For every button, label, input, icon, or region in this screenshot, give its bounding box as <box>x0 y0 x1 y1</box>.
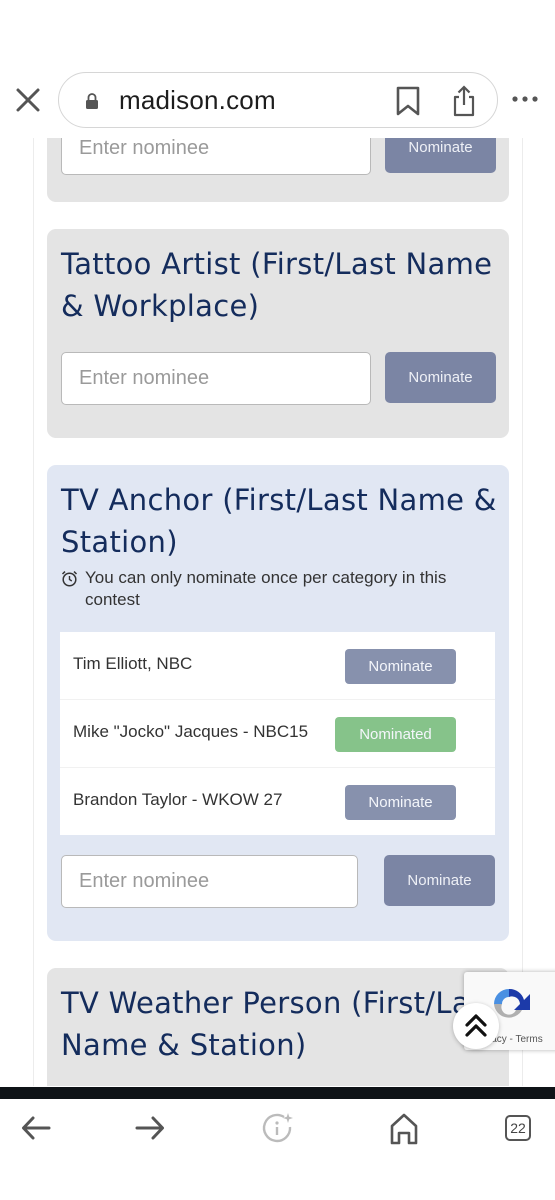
category-title: TV Weather Person (First/Last Name & Sta… <box>61 986 497 1062</box>
category-card-partial: Nominate <box>47 138 509 202</box>
bookmark-icon[interactable] <box>395 86 421 116</box>
nominee-name: Mike "Jocko" Jacques - NBC15 <box>73 722 309 741</box>
tabs-icon[interactable]: 22 <box>505 1115 531 1141</box>
home-icon[interactable] <box>387 1111 421 1145</box>
nominate-button[interactable]: Nominate <box>385 138 496 173</box>
nominee-row: Tim Elliott, NBC Nominate <box>60 632 495 700</box>
address-bar[interactable]: madison.com <box>58 72 498 128</box>
category-title: TV Anchor (First/Last Name & Station) <box>61 483 497 559</box>
browser-top-bar: madison.com <box>0 0 555 138</box>
page-content: Nominate Tattoo Artist (First/Last Name … <box>33 138 523 1086</box>
scroll-to-top-button[interactable] <box>453 1003 499 1049</box>
nominate-button[interactable]: Nominate <box>385 352 496 403</box>
nominee-input[interactable] <box>61 138 371 175</box>
notice-text: You can only nominate once per category … <box>85 568 447 609</box>
nominee-input[interactable] <box>61 855 358 908</box>
nominate-button[interactable]: Nominate <box>345 785 456 820</box>
nominate-button[interactable]: Nominate <box>384 855 495 906</box>
nominated-button[interactable]: Nominated <box>335 717 456 752</box>
share-icon[interactable] <box>451 85 477 117</box>
nominee-input[interactable] <box>61 352 371 405</box>
info-sparkle-icon[interactable] <box>260 1111 294 1145</box>
lock-icon <box>86 93 98 109</box>
nominee-row: Brandon Taylor - WKOW 27 Nominate <box>60 768 495 836</box>
bottom-divider <box>0 1087 555 1099</box>
nominee-row: Mike "Jocko" Jacques - NBC15 Nominated <box>60 700 495 768</box>
screen: madison.com Nominate Tattoo Artist (Firs… <box>0 0 555 1200</box>
nominate-button[interactable]: Nominate <box>345 649 456 684</box>
url-text[interactable]: madison.com <box>119 85 276 116</box>
close-icon[interactable] <box>14 86 42 114</box>
nominee-name: Tim Elliott, NBC <box>73 654 193 673</box>
arrow-right-icon[interactable] <box>133 1111 167 1145</box>
category-card-tv-weather-person: TV Weather Person (First/Last Name & Sta… <box>47 968 509 1086</box>
category-card-tv-anchor: TV Anchor (First/Last Name & Station) Yo… <box>47 465 509 941</box>
browser-bottom-bar: 22 <box>0 1099 555 1200</box>
alarm-clock-icon <box>61 571 78 587</box>
nominee-name: Brandon Taylor - WKOW 27 <box>73 790 283 809</box>
nominee-list: Tim Elliott, NBC Nominate Mike "Jocko" J… <box>60 632 495 835</box>
double-chevron-up-icon <box>465 1014 487 1037</box>
more-icon[interactable] <box>512 95 538 103</box>
category-card-tattoo-artist: Tattoo Artist (First/Last Name & Workpla… <box>47 229 509 438</box>
arrow-left-icon[interactable] <box>19 1111 53 1145</box>
category-title: Tattoo Artist (First/Last Name & Workpla… <box>61 247 493 323</box>
